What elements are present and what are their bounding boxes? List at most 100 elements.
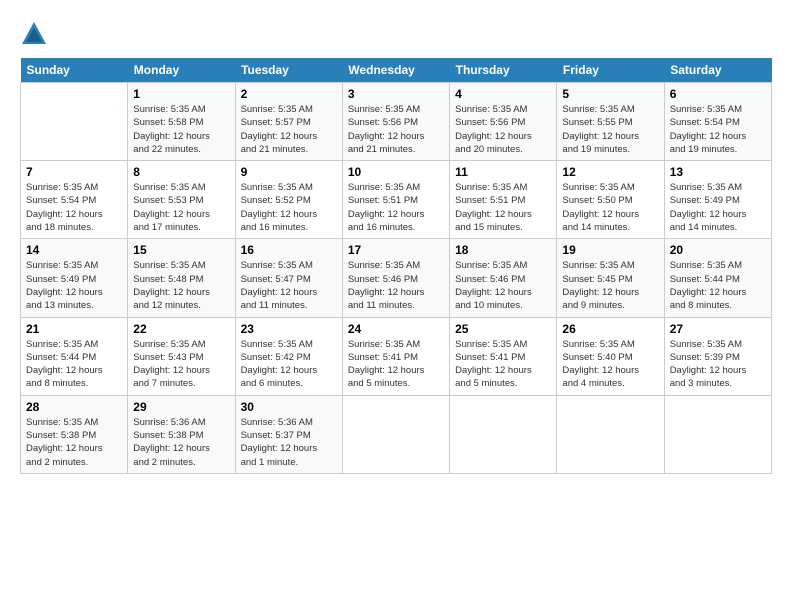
day-info: Sunrise: 5:35 AM Sunset: 5:47 PM Dayligh… xyxy=(241,259,337,312)
calendar-cell: 12 Sunrise: 5:35 AM Sunset: 5:50 PM Dayli… xyxy=(557,161,664,239)
week-row-5: 28 Sunrise: 5:35 AM Sunset: 5:38 PM Dayli… xyxy=(21,395,772,473)
calendar-cell: 2Sunrise: 5:35 AM Sunset: 5:57 PM Daylig… xyxy=(235,83,342,161)
calendar-cell: 6 Sunrise: 5:35 AM Sunset: 5:54 PM Daylig… xyxy=(664,83,771,161)
day-number: 9 xyxy=(241,165,337,179)
calendar-cell: 28 Sunrise: 5:35 AM Sunset: 5:38 PM Dayli… xyxy=(21,395,128,473)
day-info: Sunrise: 5:35 AM Sunset: 5:41 PM Dayligh… xyxy=(348,338,444,391)
day-number: 2 xyxy=(241,87,337,101)
calendar-cell: 23Sunrise: 5:35 AM Sunset: 5:42 PM Dayli… xyxy=(235,317,342,395)
calendar-cell: 4 Sunrise: 5:35 AM Sunset: 5:56 PM Daylig… xyxy=(450,83,557,161)
calendar-cell: 24 Sunrise: 5:35 AM Sunset: 5:41 PM Dayli… xyxy=(342,317,449,395)
day-number: 28 xyxy=(26,400,122,414)
logo-icon xyxy=(20,20,48,48)
day-info: Sunrise: 5:35 AM Sunset: 5:46 PM Dayligh… xyxy=(455,259,551,312)
day-info: Sunrise: 5:36 AM Sunset: 5:37 PM Dayligh… xyxy=(241,416,337,469)
day-info: Sunrise: 5:35 AM Sunset: 5:54 PM Dayligh… xyxy=(26,181,122,234)
calendar-cell: 14 Sunrise: 5:35 AM Sunset: 5:49 PM Dayli… xyxy=(21,239,128,317)
day-number: 26 xyxy=(562,322,658,336)
header-day-friday: Friday xyxy=(557,58,664,83)
calendar-cell: 17Sunrise: 5:35 AM Sunset: 5:46 PM Dayli… xyxy=(342,239,449,317)
day-info: Sunrise: 5:35 AM Sunset: 5:45 PM Dayligh… xyxy=(562,259,658,312)
calendar-cell: 15Sunrise: 5:35 AM Sunset: 5:48 PM Dayli… xyxy=(128,239,235,317)
calendar-cell: 11 Sunrise: 5:35 AM Sunset: 5:51 PM Dayli… xyxy=(450,161,557,239)
day-number: 11 xyxy=(455,165,551,179)
day-number: 18 xyxy=(455,243,551,257)
calendar-cell xyxy=(557,395,664,473)
header-day-sunday: Sunday xyxy=(21,58,128,83)
day-info: Sunrise: 5:35 AM Sunset: 5:49 PM Dayligh… xyxy=(26,259,122,312)
day-number: 6 xyxy=(670,87,766,101)
day-number: 12 xyxy=(562,165,658,179)
day-info: Sunrise: 5:35 AM Sunset: 5:53 PM Dayligh… xyxy=(133,181,229,234)
day-info: Sunrise: 5:35 AM Sunset: 5:40 PM Dayligh… xyxy=(562,338,658,391)
day-number: 29 xyxy=(133,400,229,414)
calendar-cell: 8 Sunrise: 5:35 AM Sunset: 5:53 PM Daylig… xyxy=(128,161,235,239)
day-number: 13 xyxy=(670,165,766,179)
day-number: 23 xyxy=(241,322,337,336)
calendar-cell: 7 Sunrise: 5:35 AM Sunset: 5:54 PM Daylig… xyxy=(21,161,128,239)
calendar-cell xyxy=(342,395,449,473)
day-number: 19 xyxy=(562,243,658,257)
calendar-cell: 18 Sunrise: 5:35 AM Sunset: 5:46 PM Dayli… xyxy=(450,239,557,317)
day-info: Sunrise: 5:35 AM Sunset: 5:58 PM Dayligh… xyxy=(133,103,229,156)
calendar-cell: 19 Sunrise: 5:35 AM Sunset: 5:45 PM Dayli… xyxy=(557,239,664,317)
header-day-tuesday: Tuesday xyxy=(235,58,342,83)
day-info: Sunrise: 5:35 AM Sunset: 5:51 PM Dayligh… xyxy=(348,181,444,234)
day-number: 10 xyxy=(348,165,444,179)
week-row-4: 21 Sunrise: 5:35 AM Sunset: 5:44 PM Dayli… xyxy=(21,317,772,395)
day-info: Sunrise: 5:35 AM Sunset: 5:54 PM Dayligh… xyxy=(670,103,766,156)
calendar-cell: 3 Sunrise: 5:35 AM Sunset: 5:56 PM Daylig… xyxy=(342,83,449,161)
day-info: Sunrise: 5:35 AM Sunset: 5:46 PM Dayligh… xyxy=(348,259,444,312)
day-number: 20 xyxy=(670,243,766,257)
day-info: Sunrise: 5:36 AM Sunset: 5:38 PM Dayligh… xyxy=(133,416,229,469)
day-info: Sunrise: 5:35 AM Sunset: 5:39 PM Dayligh… xyxy=(670,338,766,391)
day-number: 8 xyxy=(133,165,229,179)
day-number: 3 xyxy=(348,87,444,101)
day-info: Sunrise: 5:35 AM Sunset: 5:44 PM Dayligh… xyxy=(670,259,766,312)
header xyxy=(20,16,772,48)
calendar-cell: 20 Sunrise: 5:35 AM Sunset: 5:44 PM Dayli… xyxy=(664,239,771,317)
calendar-table: SundayMondayTuesdayWednesdayThursdayFrid… xyxy=(20,58,772,474)
day-number: 14 xyxy=(26,243,122,257)
calendar-cell: 9Sunrise: 5:35 AM Sunset: 5:52 PM Daylig… xyxy=(235,161,342,239)
day-number: 21 xyxy=(26,322,122,336)
calendar-cell: 5 Sunrise: 5:35 AM Sunset: 5:55 PM Daylig… xyxy=(557,83,664,161)
day-info: Sunrise: 5:35 AM Sunset: 5:55 PM Dayligh… xyxy=(562,103,658,156)
day-number: 30 xyxy=(241,400,337,414)
calendar-cell xyxy=(664,395,771,473)
calendar-cell xyxy=(21,83,128,161)
day-info: Sunrise: 5:35 AM Sunset: 5:50 PM Dayligh… xyxy=(562,181,658,234)
day-info: Sunrise: 5:35 AM Sunset: 5:49 PM Dayligh… xyxy=(670,181,766,234)
calendar-cell: 10 Sunrise: 5:35 AM Sunset: 5:51 PM Dayli… xyxy=(342,161,449,239)
day-number: 25 xyxy=(455,322,551,336)
day-number: 5 xyxy=(562,87,658,101)
calendar-cell: 21 Sunrise: 5:35 AM Sunset: 5:44 PM Dayli… xyxy=(21,317,128,395)
day-number: 7 xyxy=(26,165,122,179)
week-row-2: 7 Sunrise: 5:35 AM Sunset: 5:54 PM Daylig… xyxy=(21,161,772,239)
day-info: Sunrise: 5:35 AM Sunset: 5:56 PM Dayligh… xyxy=(348,103,444,156)
day-info: Sunrise: 5:35 AM Sunset: 5:44 PM Dayligh… xyxy=(26,338,122,391)
day-number: 22 xyxy=(133,322,229,336)
day-info: Sunrise: 5:35 AM Sunset: 5:51 PM Dayligh… xyxy=(455,181,551,234)
header-day-saturday: Saturday xyxy=(664,58,771,83)
day-number: 24 xyxy=(348,322,444,336)
calendar-header: SundayMondayTuesdayWednesdayThursdayFrid… xyxy=(21,58,772,83)
page: SundayMondayTuesdayWednesdayThursdayFrid… xyxy=(0,0,792,612)
calendar-cell: 30 Sunrise: 5:36 AM Sunset: 5:37 PM Dayli… xyxy=(235,395,342,473)
day-number: 27 xyxy=(670,322,766,336)
day-number: 15 xyxy=(133,243,229,257)
calendar-cell: 25Sunrise: 5:35 AM Sunset: 5:41 PM Dayli… xyxy=(450,317,557,395)
day-info: Sunrise: 5:35 AM Sunset: 5:56 PM Dayligh… xyxy=(455,103,551,156)
day-number: 4 xyxy=(455,87,551,101)
day-info: Sunrise: 5:35 AM Sunset: 5:43 PM Dayligh… xyxy=(133,338,229,391)
calendar-cell xyxy=(450,395,557,473)
header-day-wednesday: Wednesday xyxy=(342,58,449,83)
day-number: 1 xyxy=(133,87,229,101)
day-info: Sunrise: 5:35 AM Sunset: 5:38 PM Dayligh… xyxy=(26,416,122,469)
calendar-cell: 26 Sunrise: 5:35 AM Sunset: 5:40 PM Dayli… xyxy=(557,317,664,395)
header-day-monday: Monday xyxy=(128,58,235,83)
week-row-3: 14 Sunrise: 5:35 AM Sunset: 5:49 PM Dayli… xyxy=(21,239,772,317)
week-row-1: 1 Sunrise: 5:35 AM Sunset: 5:58 PM Daylig… xyxy=(21,83,772,161)
calendar-cell: 29 Sunrise: 5:36 AM Sunset: 5:38 PM Dayli… xyxy=(128,395,235,473)
logo xyxy=(20,20,52,48)
